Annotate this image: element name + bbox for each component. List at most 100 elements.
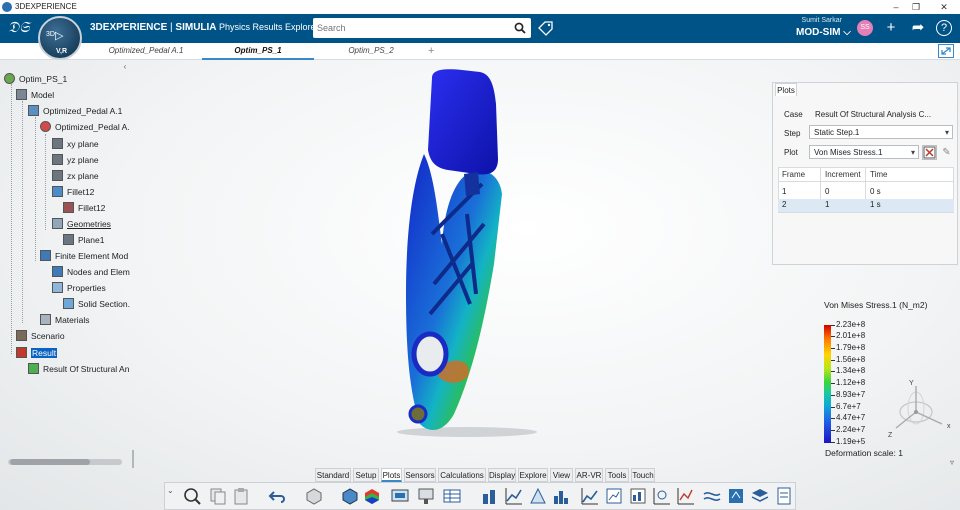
step-dropdown[interactable]: Static Step.1 (809, 125, 953, 139)
add-icon[interactable]: + (882, 19, 900, 37)
legend-value: 8.93e+7 (830, 390, 866, 399)
window-title: 3DEXPERIENCE (15, 2, 77, 11)
collapse-tree-icon[interactable]: ‹ (119, 62, 131, 72)
table-cell[interactable]: 0 (821, 186, 829, 199)
streamline-icon[interactable] (702, 486, 722, 506)
section-plot-icon[interactable] (528, 486, 548, 506)
tree-node-yz-plane[interactable]: yz plane (52, 153, 99, 167)
tree-node-root[interactable]: Optim_PS_1 (4, 72, 67, 86)
part-design-icon[interactable] (304, 486, 324, 506)
probe-icon[interactable] (652, 486, 672, 506)
share-icon[interactable]: ➦ (909, 19, 927, 37)
sensor-icon[interactable] (726, 486, 746, 506)
expand-view-icon[interactable] (938, 44, 954, 58)
tree-node-part-body[interactable]: Optimized_Pedal A. (40, 120, 130, 134)
layers-icon[interactable] (750, 486, 770, 506)
animate-plot-icon[interactable] (676, 486, 696, 506)
tree-node-geometries[interactable]: Geometries (52, 217, 111, 231)
tree-node-model[interactable]: Model (16, 88, 54, 102)
add-tab-button[interactable]: + (428, 43, 434, 59)
plots-panel-tab[interactable]: Plots (775, 83, 797, 96)
pedal-arm (406, 154, 502, 430)
col-increment-header[interactable]: Increment (821, 169, 861, 182)
compass-icon[interactable]: 3D ▷ V,R (38, 16, 82, 60)
col-frame-header[interactable]: Frame (778, 169, 805, 182)
display-options-icon[interactable] (390, 486, 410, 506)
copy-icon[interactable] (208, 486, 228, 506)
close-icon[interactable]: ✕ (932, 0, 956, 14)
search-input[interactable] (317, 20, 507, 36)
search-icon[interactable] (514, 22, 526, 34)
tree-node-properties[interactable]: Properties (52, 281, 106, 295)
body-icon (40, 121, 51, 132)
table-cell[interactable]: 1 (778, 186, 786, 199)
tree-scrollbar-thumb[interactable] (10, 459, 90, 465)
tree-node-fillet-feature[interactable]: Fillet12 (63, 201, 105, 215)
tab-optim-ps-1[interactable]: Optim_PS_1 (202, 43, 314, 60)
paste-icon[interactable] (232, 486, 252, 506)
export-icon[interactable] (416, 486, 436, 506)
tab-plots[interactable]: Plots (381, 468, 402, 482)
chart-grid-icon[interactable] (628, 486, 648, 506)
plot-manager-icon[interactable] (922, 145, 937, 160)
report-icon[interactable] (774, 486, 794, 506)
viewport-corner-icon[interactable]: ▿ (950, 458, 958, 468)
tab-sensors[interactable]: Sensors (404, 468, 436, 482)
search-box[interactable] (313, 18, 531, 38)
table-cell[interactable]: 0 s (866, 186, 881, 199)
undo-icon[interactable] (268, 486, 288, 506)
fit-all-icon[interactable] (182, 486, 202, 506)
tree-node-scenario[interactable]: Scenario (16, 329, 65, 343)
tree-node-fem[interactable]: Finite Element Mod (40, 249, 128, 263)
tree-node-result[interactable]: Result (16, 346, 58, 360)
tab-standard[interactable]: Standard (315, 468, 351, 482)
tree-node-result-of-structural[interactable]: Result Of Structural An (28, 362, 129, 376)
tree-node-plane1[interactable]: Plane1 (63, 233, 104, 247)
tree-node-materials[interactable]: Materials (40, 313, 89, 327)
play-icon[interactable]: ▷ (55, 29, 63, 42)
legend-colorbar[interactable] (824, 325, 831, 443)
table-icon[interactable] (442, 486, 462, 506)
tree-splitter[interactable] (132, 450, 134, 468)
compass-triad-icon[interactable]: Y x Z (878, 378, 954, 440)
contour-plot-icon[interactable] (362, 486, 382, 506)
tree-node-xy-plane[interactable]: xy plane (52, 137, 99, 151)
help-icon[interactable]: ? (936, 20, 952, 36)
tab-display[interactable]: Display (488, 468, 516, 482)
edit-plot-icon[interactable]: ✎ (940, 146, 953, 159)
avatar[interactable]: SS (857, 20, 873, 36)
tab-touch[interactable]: Touch (631, 468, 655, 482)
pedal-model-viewport[interactable] (372, 64, 572, 440)
tree-node-nodes-elements[interactable]: Nodes and Elem (52, 265, 130, 279)
table-cell[interactable]: 1 s (866, 199, 881, 212)
tab-setup[interactable]: Setup (353, 468, 379, 482)
bar-plot-icon[interactable] (480, 486, 500, 506)
tab-optimized-pedal[interactable]: Optimized_Pedal A.1 (100, 43, 192, 60)
action-bar-collapse-icon[interactable]: ⌄ (167, 486, 174, 495)
tab-ar-vr[interactable]: AR-VR (575, 468, 603, 482)
tree-node-part[interactable]: Optimized_Pedal A.1 (28, 104, 122, 118)
tree-node-zx-plane[interactable]: zx plane (52, 169, 99, 183)
histogram-icon[interactable] (552, 486, 572, 506)
tree-node-fillet[interactable]: Fillet12 (52, 185, 94, 199)
table-cell[interactable]: 2 (778, 199, 786, 212)
col-time-header[interactable]: Time (866, 169, 887, 182)
plot-dropdown[interactable]: Von Mises Stress.1 (809, 145, 919, 159)
tab-view[interactable]: View (550, 468, 573, 482)
table-cell[interactable]: 1 (821, 199, 829, 212)
tab-calculations[interactable]: Calculations (438, 468, 486, 482)
xy-plot-icon[interactable] (504, 486, 524, 506)
ds-logo-icon[interactable]: 𝔇𝔖 (8, 18, 30, 36)
line-chart-icon[interactable] (580, 486, 600, 506)
workspace-selector[interactable]: MOD-SIM ⌵ (796, 27, 851, 38)
tab-tools[interactable]: Tools (605, 468, 629, 482)
tree-node-solid-section[interactable]: Solid Section. (63, 297, 130, 311)
mount-hole (408, 404, 428, 424)
mesh-part-icon[interactable] (340, 486, 360, 506)
tab-explore[interactable]: Explore (518, 468, 548, 482)
tag-icon[interactable] (538, 21, 553, 36)
chart-edit-icon[interactable] (604, 486, 624, 506)
tree-line (22, 101, 23, 323)
tab-optim-ps-2[interactable]: Optim_PS_2 (330, 43, 412, 60)
maximize-icon[interactable]: ❐ (904, 0, 928, 14)
